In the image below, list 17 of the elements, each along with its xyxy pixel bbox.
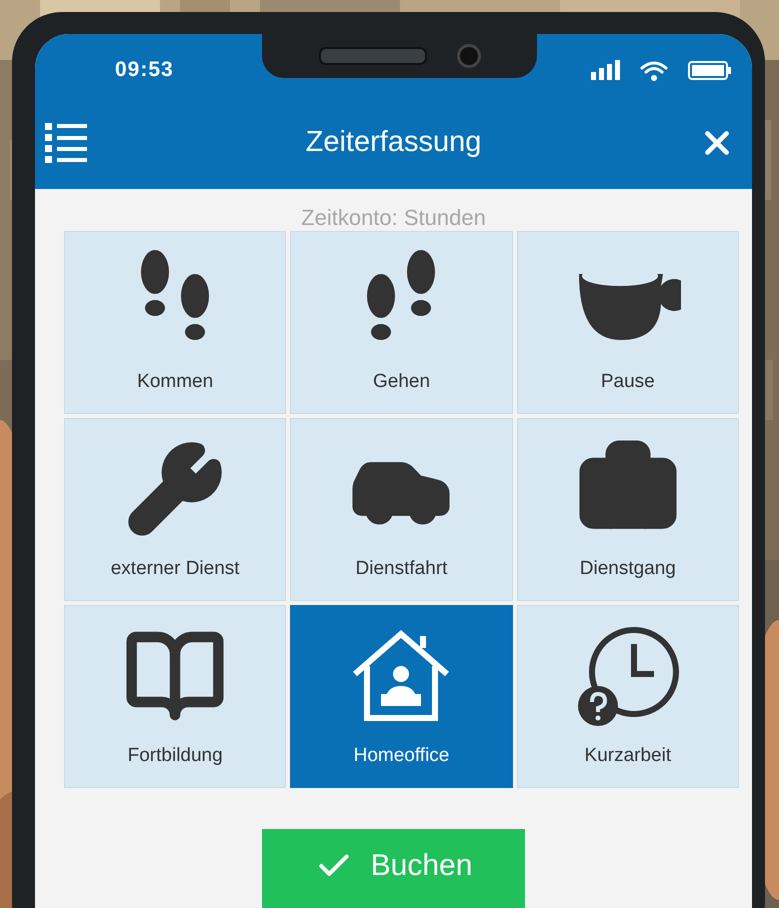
booking-tile[interactable]: Dienstfahrt [290, 418, 513, 601]
booking-tile[interactable]: externer Dienst [64, 418, 286, 601]
menu-icon[interactable] [45, 122, 89, 162]
booking-tile[interactable]: Kommen [64, 231, 286, 414]
screen-title: Zeiterfassung [306, 126, 482, 159]
signal-icon [591, 60, 620, 80]
booking-tile[interactable]: Fortbildung [64, 605, 286, 788]
wifi-icon [640, 58, 668, 82]
clock-icon [576, 624, 680, 728]
status-time: 09:53 [115, 58, 174, 82]
booking-tile[interactable]: Gehen [290, 231, 513, 414]
booking-tile[interactable]: Dienstgang [516, 418, 739, 601]
battery-icon [688, 60, 732, 80]
booking-tile[interactable]: Homeoffice [290, 605, 513, 788]
account-label: Zeitkonto: Stunden [300, 205, 487, 231]
booking-tile[interactable]: Pause [516, 231, 739, 414]
booking-tile[interactable]: Kurzarbeit [516, 605, 739, 788]
